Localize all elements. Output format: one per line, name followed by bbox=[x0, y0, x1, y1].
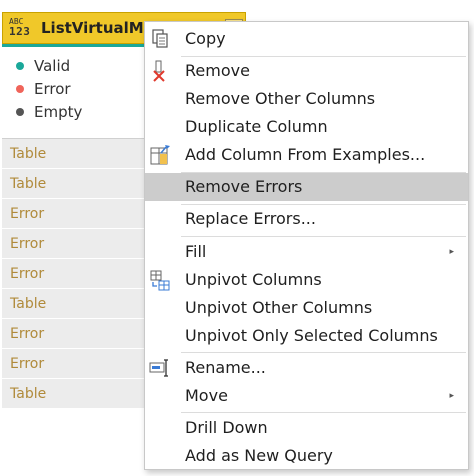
column-context-menu: Copy Remove Remove Other Columns Duplica… bbox=[144, 21, 469, 470]
table-cell[interactable]: Table bbox=[2, 169, 146, 199]
submenu-arrow-icon: ▸ bbox=[449, 247, 454, 257]
table-cell[interactable]: Error bbox=[2, 349, 146, 379]
quality-empty: Empty bbox=[16, 103, 82, 121]
empty-dot-icon bbox=[16, 107, 24, 116]
table-cell[interactable]: Table bbox=[2, 139, 146, 169]
table-cell[interactable]: Error bbox=[2, 259, 146, 289]
menu-item-move[interactable]: Move ▸ bbox=[145, 382, 468, 410]
menu-item-remove[interactable]: Remove bbox=[145, 57, 468, 85]
table-cell[interactable]: Table bbox=[2, 379, 146, 409]
menu-item-label: Move bbox=[185, 386, 228, 405]
menu-item-label: Copy bbox=[185, 29, 226, 48]
menu-item-fill[interactable]: Fill ▸ bbox=[145, 238, 468, 266]
table-cell[interactable]: Table bbox=[2, 289, 146, 319]
quality-error: Error bbox=[16, 80, 71, 98]
menu-separator bbox=[181, 236, 466, 237]
menu-item-label: Rename... bbox=[185, 358, 266, 377]
copy-icon bbox=[149, 28, 171, 50]
menu-item-rename[interactable]: Rename... bbox=[145, 354, 468, 382]
quality-valid: Valid bbox=[16, 57, 70, 75]
rename-icon bbox=[149, 357, 171, 379]
menu-item-label: Remove Other Columns bbox=[185, 89, 376, 108]
menu-item-add-as-new-query[interactable]: Add as New Query bbox=[145, 442, 468, 470]
table-cell[interactable]: Error bbox=[2, 229, 146, 259]
valid-dot-icon bbox=[16, 61, 24, 70]
menu-separator bbox=[181, 412, 466, 413]
menu-item-label: Unpivot Other Columns bbox=[185, 298, 373, 317]
menu-item-label: Unpivot Columns bbox=[185, 270, 322, 289]
menu-separator bbox=[181, 352, 466, 353]
column-type-any-icon[interactable]: ABC 123 bbox=[9, 17, 35, 39]
table-cell[interactable]: Error bbox=[2, 319, 146, 349]
add-column-from-examples-icon bbox=[149, 144, 171, 166]
menu-item-remove-other-columns[interactable]: Remove Other Columns bbox=[145, 85, 468, 113]
data-column: ABC 123 ListVirtualMac Valid Error Empty… bbox=[2, 12, 246, 409]
menu-item-label: Add Column From Examples... bbox=[185, 145, 426, 164]
menu-item-label: Add as New Query bbox=[185, 446, 333, 465]
remove-column-icon bbox=[149, 60, 171, 82]
menu-item-label: Duplicate Column bbox=[185, 117, 328, 136]
menu-item-replace-errors[interactable]: Replace Errors... bbox=[145, 205, 468, 233]
menu-item-label: Drill Down bbox=[185, 418, 268, 437]
menu-item-unpivot-other-columns[interactable]: Unpivot Other Columns bbox=[145, 294, 468, 322]
menu-item-add-column-from-examples[interactable]: Add Column From Examples... bbox=[145, 141, 468, 169]
menu-item-label: Fill bbox=[185, 242, 207, 261]
menu-item-label: Remove Errors bbox=[185, 177, 303, 196]
error-dot-icon bbox=[16, 84, 24, 93]
menu-item-copy[interactable]: Copy bbox=[145, 25, 468, 53]
submenu-arrow-icon: ▸ bbox=[449, 391, 454, 401]
menu-item-unpivot-columns[interactable]: Unpivot Columns bbox=[145, 266, 468, 294]
menu-item-label: Unpivot Only Selected Columns bbox=[185, 326, 438, 345]
column-cells: Table Table Error Error Error Table Erro… bbox=[2, 139, 146, 409]
menu-item-unpivot-only-selected-columns[interactable]: Unpivot Only Selected Columns bbox=[145, 322, 468, 350]
menu-item-label: Replace Errors... bbox=[185, 209, 316, 228]
column-quality-panel: Valid Error Empty bbox=[2, 47, 146, 139]
menu-item-duplicate-column[interactable]: Duplicate Column bbox=[145, 113, 468, 141]
menu-item-drill-down[interactable]: Drill Down bbox=[145, 414, 468, 442]
menu-item-label: Remove bbox=[185, 61, 250, 80]
table-cell[interactable]: Error bbox=[2, 199, 146, 229]
unpivot-columns-icon bbox=[149, 269, 171, 291]
menu-item-remove-errors[interactable]: Remove Errors bbox=[145, 173, 468, 201]
